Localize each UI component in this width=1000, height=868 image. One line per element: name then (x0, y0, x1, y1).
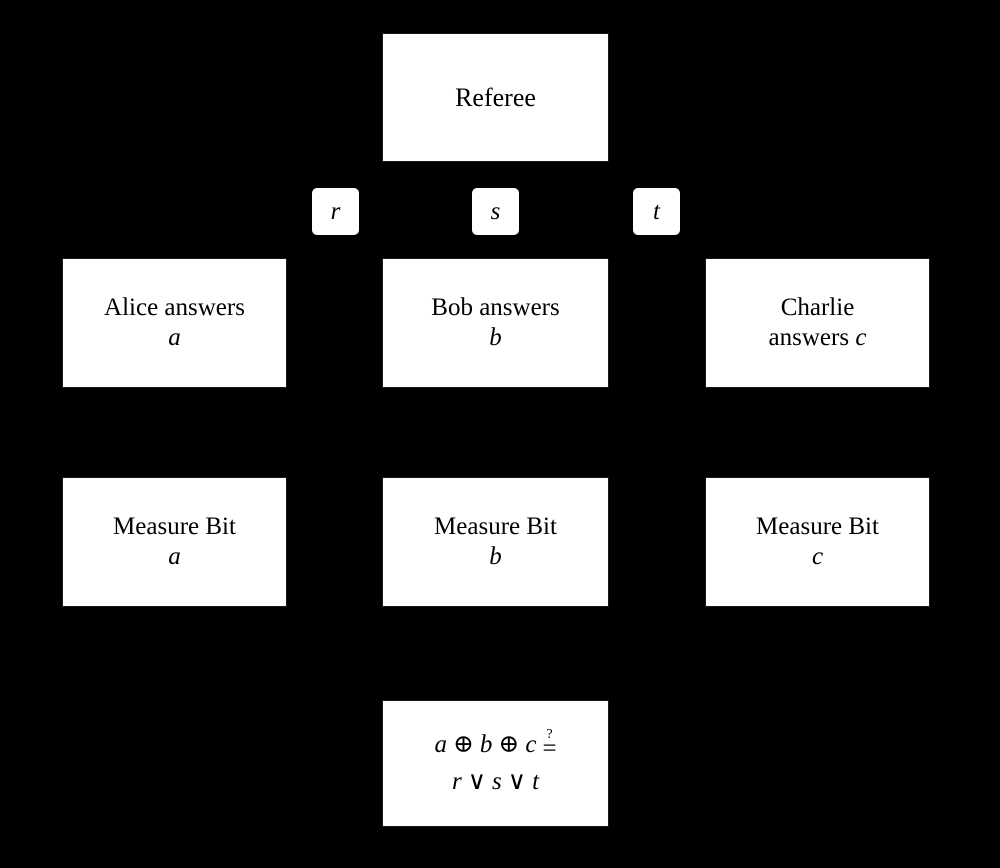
node-measure-b-line1: Measure Bit (434, 513, 557, 540)
question-equals-operator: ? = (542, 727, 557, 762)
node-alice-variable: a (168, 324, 181, 351)
edge-label-s-text: s (490, 197, 501, 225)
node-bob-variable: b (489, 324, 502, 351)
node-alice-line1: Alice answers (104, 294, 245, 321)
node-measure-bit-c[interactable]: Measure Bit c (705, 477, 930, 607)
connector-bob-measure (495, 388, 497, 477)
or-operator-2: ∨ (507, 767, 527, 795)
node-charlie-line2: answers c (769, 323, 867, 353)
connector-measure-a-down (174, 607, 176, 661)
formula-term-t: t (532, 767, 540, 795)
node-measure-bit-a[interactable]: Measure Bit a (62, 477, 287, 607)
formula-term-b: b (479, 731, 493, 759)
node-charlie-answers[interactable]: Charlie answers c (705, 258, 930, 388)
formula-line-1: a ⊕ b ⊕ c ? = (434, 727, 556, 763)
node-measure-bit-b[interactable]: Measure Bit b (382, 477, 609, 607)
node-charlie-line2-prefix: answers (768, 324, 856, 351)
node-measure-c-line1: Measure Bit (756, 513, 879, 540)
node-charlie-variable: c (855, 324, 867, 351)
or-operator-1: ∨ (467, 767, 487, 795)
xor-operator-2: ⊕ (498, 731, 520, 759)
formula-term-s: s (492, 767, 502, 795)
edge-label-t-text: t (653, 197, 660, 225)
connector-referee-alice-vertical (174, 162, 176, 258)
connector-measure-c-down (816, 607, 818, 661)
formula-term-c: c (525, 731, 537, 759)
node-alice-answers[interactable]: Alice answers a (62, 258, 287, 388)
node-bob-line1: Bob answers (431, 294, 560, 321)
node-measure-b-variable: b (489, 543, 502, 570)
node-referee[interactable]: Referee (382, 33, 609, 162)
node-charlie-line1: Charlie (780, 294, 855, 321)
edge-label-s: s (472, 188, 519, 235)
node-referee-label: Referee (455, 82, 536, 112)
node-measure-a-variable: a (168, 543, 181, 570)
edge-label-t: t (633, 188, 680, 235)
edge-label-r-text: r (330, 197, 341, 225)
formula-term-a: a (434, 731, 447, 759)
node-bob-answers[interactable]: Bob answers b (382, 258, 609, 388)
formula-line-2: r ∨ s ∨ t (452, 764, 539, 800)
node-measure-c-variable: c (811, 543, 824, 570)
diagram-canvas: Referee r s t Alice answers a Bob answer… (0, 0, 1000, 868)
xor-operator-1: ⊕ (452, 731, 474, 759)
node-measure-a-line1: Measure Bit (113, 513, 236, 540)
connector-charlie-measure (816, 388, 818, 477)
connector-alice-measure (174, 388, 176, 477)
formula-term-r: r (451, 767, 462, 795)
equals-glyph: = (542, 734, 557, 762)
connector-referee-charlie-vertical (816, 162, 818, 258)
connector-join-formula (495, 607, 497, 700)
edge-label-r: r (312, 188, 359, 235)
node-winning-condition[interactable]: a ⊕ b ⊕ c ? = r ∨ s ∨ t (382, 700, 609, 827)
